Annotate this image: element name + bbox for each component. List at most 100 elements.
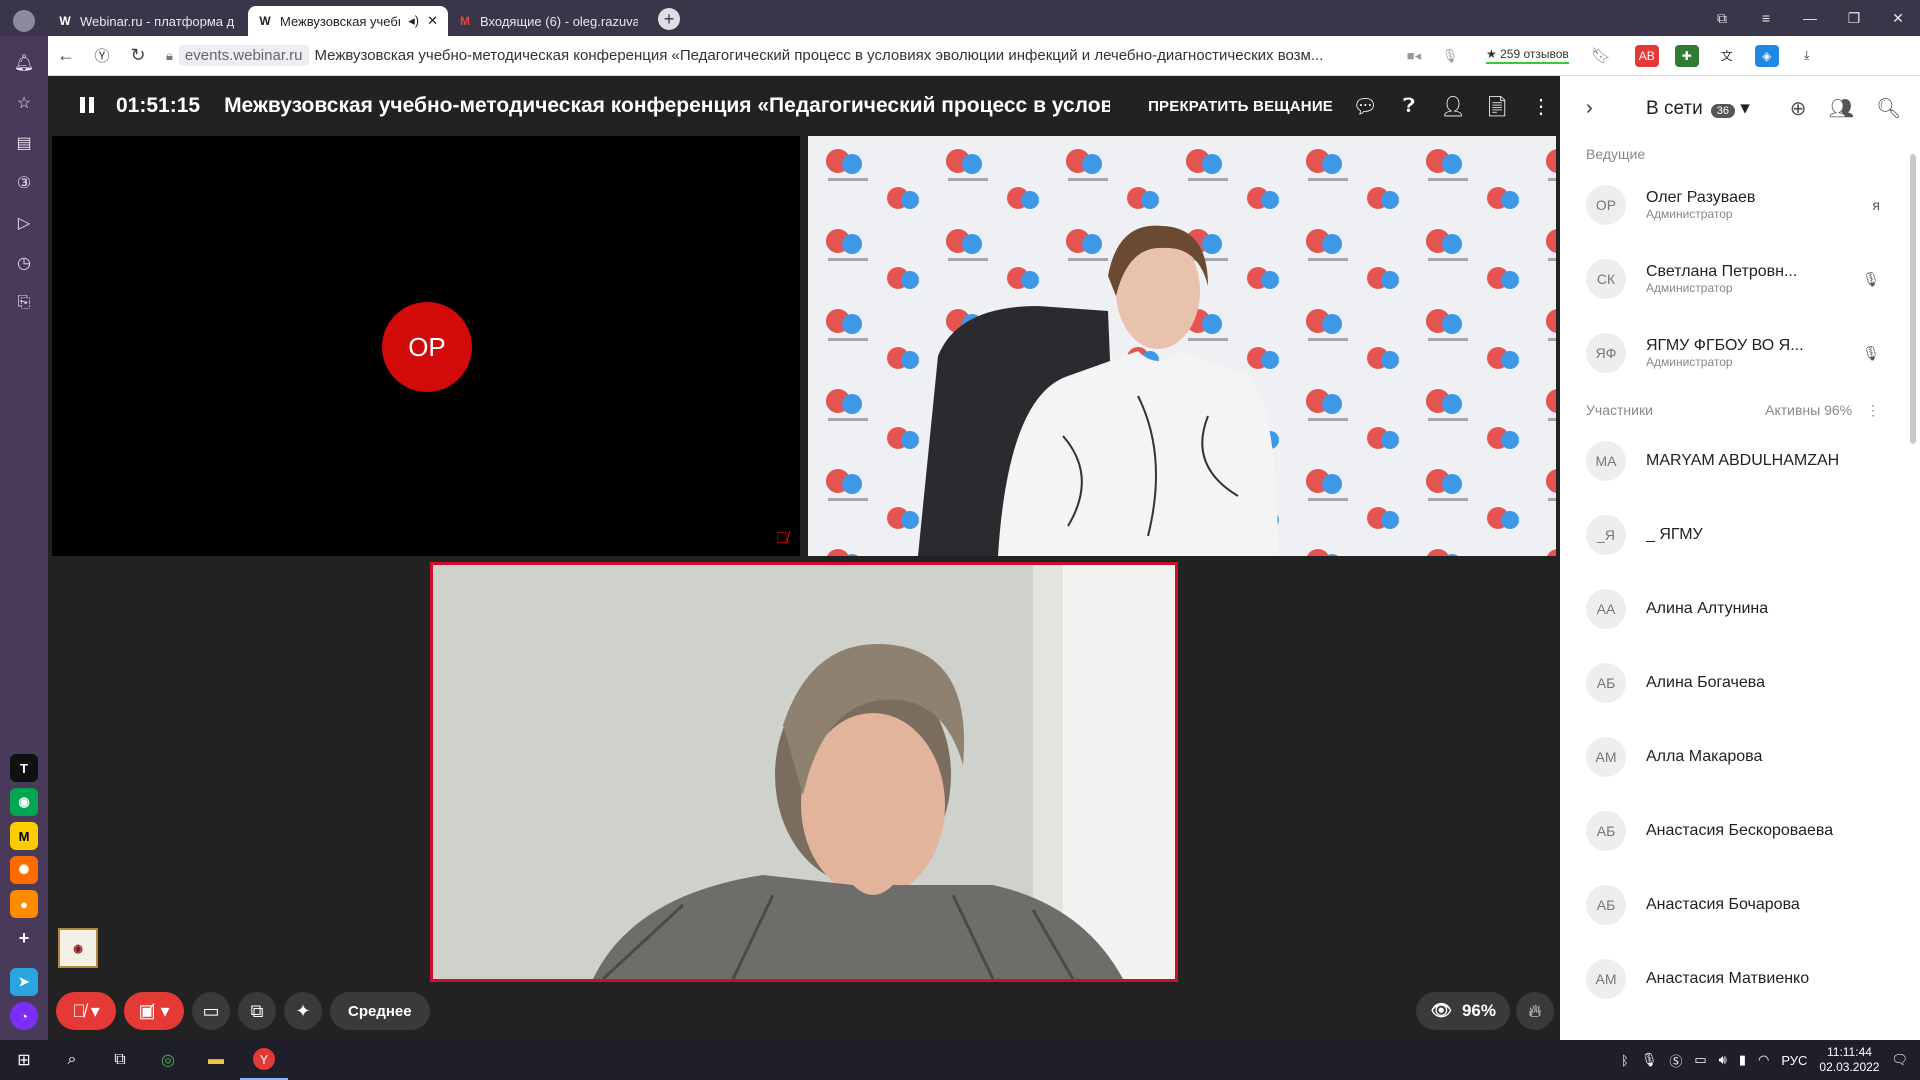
extension2-icon[interactable]: ◈ bbox=[1754, 44, 1779, 67]
file-explorer-icon[interactable]: ▬ bbox=[192, 1040, 240, 1080]
questions-icon[interactable]: ❓︎ bbox=[1397, 94, 1421, 118]
back-arrow-icon[interactable]: ← bbox=[48, 45, 84, 66]
host-row[interactable]: ОР Олег Разуваев Администратор я bbox=[1560, 168, 1920, 242]
windows-start-icon[interactable]: ⊞ bbox=[0, 1040, 48, 1080]
effects-button[interactable]: ✦ bbox=[284, 992, 322, 1030]
yandex-browser-icon[interactable]: Y bbox=[240, 1040, 288, 1080]
tab-webinar-platform[interactable]: W Webinar.ru - платформа д bbox=[48, 6, 248, 36]
quality-select[interactable]: Среднее bbox=[330, 992, 430, 1030]
minimize-icon[interactable]: — bbox=[1788, 10, 1832, 26]
search-icon[interactable]: ⌕ bbox=[48, 1040, 96, 1080]
alice-icon[interactable]: ◔ bbox=[10, 1002, 38, 1030]
hamburger-menu-icon[interactable]: ≡ bbox=[1744, 10, 1788, 26]
avatar: MA bbox=[1586, 441, 1626, 481]
camera-toggle-button[interactable]: ▣̸ ▾ bbox=[124, 992, 184, 1030]
market-app-icon[interactable]: M bbox=[10, 822, 38, 850]
speaker-icon[interactable]: ◂) bbox=[408, 13, 419, 29]
participant-row[interactable]: MA MARYAM ABDULHAMZAH bbox=[1560, 424, 1920, 498]
yandex-icon[interactable]: Ⓨ bbox=[84, 45, 120, 66]
restore-icon[interactable]: ❐ bbox=[1832, 10, 1876, 27]
participant-role: Администратор bbox=[1646, 207, 1733, 221]
zen-icon[interactable]: ③ bbox=[11, 170, 37, 196]
history-icon[interactable]: ◷ bbox=[11, 250, 37, 276]
reload-icon[interactable]: ↻ bbox=[120, 45, 156, 66]
bell-icon[interactable]: 🔔︎ bbox=[11, 50, 37, 76]
media-app-icon[interactable]: ◉ bbox=[10, 788, 38, 816]
host-row[interactable]: СК Светлана Петровн... Администратор 🎙︎ bbox=[1560, 242, 1920, 316]
clock[interactable]: 11:11:44 02.03.2022 bbox=[1819, 1045, 1879, 1075]
close-tab-icon[interactable]: ✕ bbox=[427, 13, 438, 29]
volume-icon[interactable]: 🔊︎ bbox=[1719, 1052, 1727, 1068]
active-label: Активны 96% bbox=[1765, 401, 1853, 418]
eats-app-icon[interactable]: ● bbox=[10, 890, 38, 918]
pause-icon[interactable] bbox=[80, 97, 98, 115]
group-icon[interactable]: 👥︎ bbox=[1829, 96, 1854, 121]
mic-icon[interactable]: 🎙︎ bbox=[1432, 48, 1468, 64]
participants-icon[interactable]: 👤︎ bbox=[1440, 94, 1465, 118]
messenger-app-icon[interactable]: ➤ bbox=[10, 968, 38, 996]
screen-share-button[interactable]: ▭ bbox=[192, 992, 230, 1030]
tab-mail-inbox[interactable]: M Входящие (6) - oleg.razuva bbox=[448, 6, 648, 36]
search-icon[interactable]: 🔍︎ bbox=[1876, 96, 1901, 121]
wifi-icon[interactable]: ◠ bbox=[1758, 1052, 1769, 1068]
viewers-indicator[interactable]: 👁︎ 96% bbox=[1416, 992, 1510, 1030]
task-view-icon[interactable]: ⧉ bbox=[96, 1040, 144, 1080]
chat-icon[interactable]: 💬︎ bbox=[1352, 94, 1377, 118]
participant-name: Алина Алтунина bbox=[1646, 600, 1769, 617]
hosts-section-label: Ведущие bbox=[1560, 140, 1920, 168]
close-window-icon[interactable]: ✕ bbox=[1876, 10, 1920, 27]
add-circle-icon[interactable]: ⊕ bbox=[1790, 96, 1807, 121]
chrome-icon[interactable]: ◎ bbox=[144, 1040, 192, 1080]
screenshot-icon[interactable]: ⎘ bbox=[11, 290, 37, 316]
tinkoff-app-icon[interactable]: T bbox=[10, 754, 38, 782]
browser-menu-icon[interactable] bbox=[0, 6, 48, 36]
participant-row[interactable]: АМ Анастасия Матвиенко bbox=[1560, 942, 1920, 1016]
participant-row[interactable]: АА Алина Алтунина bbox=[1560, 572, 1920, 646]
more-vertical-icon[interactable]: ⋮ bbox=[1529, 94, 1553, 118]
translate-icon[interactable]: 文 bbox=[1715, 45, 1739, 67]
participant-row[interactable]: АБ Анастасия Бочарова bbox=[1560, 868, 1920, 942]
online-filter[interactable]: В сети 36 ▾ bbox=[1646, 97, 1750, 120]
bookmark-panel-icon[interactable]: ⧉ bbox=[1700, 10, 1744, 27]
battery-icon[interactable]: ▮ bbox=[1739, 1052, 1746, 1068]
extension-icon[interactable]: ✚ bbox=[1674, 44, 1699, 67]
participant-row[interactable]: АБ Алина Богачева bbox=[1560, 646, 1920, 720]
bookmark-icon[interactable]: 🔖︎ bbox=[1583, 46, 1619, 66]
participant-row[interactable]: АМ Алла Макарова bbox=[1560, 720, 1920, 794]
collections-icon[interactable]: ▤ bbox=[11, 130, 37, 156]
participant-row[interactable]: АБ Анастасия Бескороваева bbox=[1560, 794, 1920, 868]
participant-name: ЯГМУ ФГБОУ ВО Я... bbox=[1646, 337, 1804, 354]
video-tile-speaker-active[interactable] bbox=[430, 562, 1178, 982]
webinar-favicon-icon: W bbox=[259, 14, 271, 28]
files-icon[interactable]: 📄︎ bbox=[1484, 94, 1509, 118]
video-tile-presenter[interactable]: ОР 🎙̸ bbox=[52, 136, 800, 556]
add-app-icon[interactable]: + bbox=[10, 924, 38, 952]
video-icon[interactable]: ▷ bbox=[11, 210, 37, 236]
flame-icon[interactable]: 🔥︎ bbox=[1516, 992, 1554, 1030]
maps-app-icon[interactable]: ✺ bbox=[10, 856, 38, 884]
star-icon[interactable]: ☆ bbox=[11, 90, 37, 116]
more-vertical-icon[interactable]: ⋮ bbox=[1866, 402, 1880, 418]
mic-icon[interactable]: 🎙︎ bbox=[1641, 1052, 1658, 1068]
presentation-button[interactable]: ⧉ bbox=[238, 992, 276, 1030]
tab-conference[interactable]: W Межвузовская учебн ◂) ✕ bbox=[248, 6, 448, 36]
bluetooth-icon[interactable]: ᛒ bbox=[1621, 1053, 1629, 1068]
chevron-right-icon[interactable]: › bbox=[1586, 97, 1616, 120]
language-indicator[interactable]: РУС bbox=[1781, 1053, 1807, 1068]
downloads-icon[interactable]: ⤓ bbox=[1795, 45, 1819, 67]
camera-icon[interactable]: ■◂ bbox=[1396, 48, 1432, 64]
video-tile-speaker-young[interactable] bbox=[808, 136, 1556, 556]
url-field[interactable]: 🔒︎ events.webinar.ru Межвузовская учебно… bbox=[166, 45, 1396, 66]
reviews-badge[interactable]: ★ 259 отзывов bbox=[1486, 47, 1569, 64]
network-icon[interactable]: ▭ bbox=[1694, 1052, 1706, 1068]
stop-broadcast-button[interactable]: ПРЕКРАТИТЬ ВЕЩАНИЕ bbox=[1148, 98, 1333, 115]
mic-toggle-button[interactable]: 🎙̸ ▾ bbox=[56, 992, 116, 1030]
host-row[interactable]: ЯФ ЯГМУ ФГБОУ ВО Я... Администратор 🎙︎ bbox=[1560, 316, 1920, 390]
notifications-icon[interactable]: 🗨︎ bbox=[1891, 1052, 1908, 1068]
system-tray: ᛒ 🎙︎ Ⓢ ▭ 🔊︎ ▮ ◠ РУС 11:11:44 02.03.2022 … bbox=[1621, 1040, 1920, 1080]
skype-icon[interactable]: Ⓢ bbox=[1669, 1051, 1682, 1070]
panel-scrollbar[interactable] bbox=[1910, 154, 1916, 444]
participant-row[interactable]: _Я _ ЯГМУ bbox=[1560, 498, 1920, 572]
adblock-extension-icon[interactable]: AB bbox=[1634, 44, 1659, 67]
new-tab-button[interactable]: + bbox=[658, 8, 680, 30]
